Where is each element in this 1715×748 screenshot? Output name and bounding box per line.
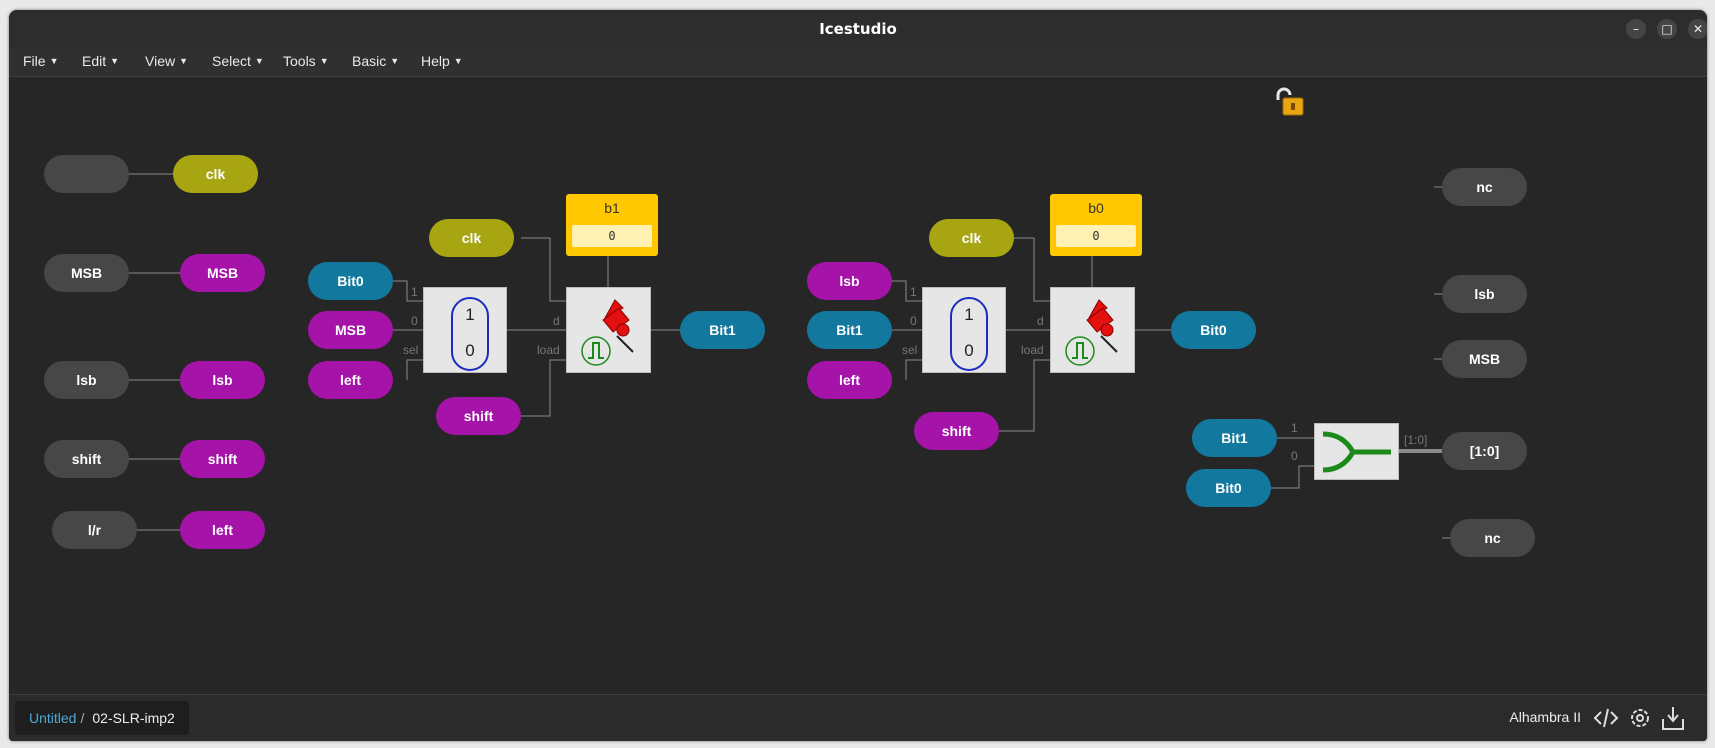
pin-register-icon	[581, 299, 634, 366]
memory-name: b1	[604, 200, 620, 216]
menu-view[interactable]: View ▼	[145, 53, 188, 69]
stage1-output[interactable]: Bit1	[680, 311, 765, 349]
mux-symbol: 1 0	[451, 297, 489, 371]
menu-file[interactable]: File ▼	[23, 53, 58, 69]
stage2-memory-b0[interactable]: b0 0	[1050, 194, 1142, 256]
join-icon	[1322, 431, 1391, 473]
menu-bar: File ▼ Edit ▼ View ▼ Select ▼ Tools ▼ Basic ▼ …	[9, 48, 1707, 77]
port-label: d	[1037, 314, 1044, 328]
port-label: load	[537, 343, 560, 357]
stage1-mux-block[interactable]: 1 0	[423, 287, 507, 373]
input-pin-shift[interactable]: shift	[44, 440, 129, 478]
output-pin-nc[interactable]: nc	[1442, 168, 1527, 206]
port-label: 1	[910, 285, 917, 299]
menu-help[interactable]: Help ▼	[421, 53, 463, 69]
bus-label: [1:0]	[1404, 433, 1428, 447]
menu-select[interactable]: Select ▼	[212, 53, 264, 69]
stage2-mux-sel[interactable]: left	[807, 361, 892, 399]
output-pin-msb[interactable]: MSB	[1442, 340, 1527, 378]
memory-value[interactable]: 0	[572, 225, 652, 247]
status-bar: Untitled / 02-SLR-imp2 Alhambra II	[9, 694, 1707, 741]
port-label: load	[1021, 343, 1044, 357]
breadcrumb-current: 02-SLR-imp2	[92, 710, 175, 726]
breadcrumb: Untitled / 02-SLR-imp2	[15, 701, 189, 735]
memory-name: b0	[1088, 200, 1104, 216]
window-title: Icestudio	[819, 20, 897, 38]
stage2-register-block[interactable]	[1050, 287, 1135, 373]
join-in-bit1[interactable]: Bit1	[1192, 419, 1277, 457]
input-pin-clk[interactable]	[44, 155, 129, 193]
output-pin-lsb[interactable]: lsb	[1442, 275, 1527, 313]
input-label-shift[interactable]: shift	[180, 440, 265, 478]
stage1-memory-b1[interactable]: b1 0	[566, 194, 658, 256]
upload-icon[interactable]	[1659, 703, 1687, 733]
input-pin-msb[interactable]: MSB	[44, 254, 129, 292]
stage2-mux-in-1[interactable]: lsb	[807, 262, 892, 300]
input-pin-lr[interactable]: l/r	[52, 511, 137, 549]
port-label: sel	[403, 343, 419, 357]
design-canvas[interactable]: clk MSB MSB lsb lsb shift shift l/r left…	[9, 77, 1707, 704]
port-label: 0	[910, 314, 917, 328]
join-bus-block[interactable]	[1314, 423, 1399, 480]
stage2-clk-label[interactable]: clk	[929, 219, 1014, 257]
port-label: sel	[902, 343, 918, 357]
output-pin-bus[interactable]: [1:0]	[1442, 432, 1527, 470]
board-name[interactable]: Alhambra II	[1509, 709, 1581, 725]
code-icon[interactable]	[1592, 703, 1620, 733]
stage2-output[interactable]: Bit0	[1171, 311, 1256, 349]
mux-symbol: 1 0	[950, 297, 988, 371]
stage2-mux-in-0[interactable]: Bit1	[807, 311, 892, 349]
memory-value[interactable]: 0	[1056, 225, 1136, 247]
menu-edit[interactable]: Edit ▼	[82, 53, 119, 69]
port-label: 1	[411, 285, 418, 299]
menu-tools[interactable]: Tools ▼	[283, 53, 329, 69]
input-pin-lsb[interactable]: lsb	[44, 361, 129, 399]
stage1-mux-in-0[interactable]: MSB	[308, 311, 393, 349]
lock-icon[interactable]	[1273, 86, 1307, 118]
minimize-button[interactable]: –	[1626, 19, 1646, 39]
close-button[interactable]: ✕	[1688, 19, 1707, 39]
stage1-clk-label[interactable]: clk	[429, 219, 514, 257]
title-bar: Icestudio – □ ✕	[9, 10, 1707, 48]
input-label-lsb[interactable]: lsb	[180, 361, 265, 399]
stage1-mux-in-1[interactable]: Bit0	[308, 262, 393, 300]
port-label: 1	[1291, 421, 1298, 435]
breadcrumb-root[interactable]: Untitled	[29, 710, 76, 726]
output-pin-nc2[interactable]: nc	[1450, 519, 1535, 557]
pin-register-icon	[1065, 299, 1118, 366]
stage2-mux-block[interactable]: 1 0	[922, 287, 1006, 373]
maximize-button[interactable]: □	[1657, 19, 1677, 39]
stage1-register-block[interactable]	[566, 287, 651, 373]
port-label: 0	[1291, 449, 1298, 463]
join-in-bit0[interactable]: Bit0	[1186, 469, 1271, 507]
stage1-mux-sel[interactable]: left	[308, 361, 393, 399]
breadcrumb-separator: /	[80, 710, 85, 726]
input-label-msb[interactable]: MSB	[180, 254, 265, 292]
input-label-clk[interactable]: clk	[173, 155, 258, 193]
port-label: 0	[411, 314, 418, 328]
input-label-left[interactable]: left	[180, 511, 265, 549]
menu-basic[interactable]: Basic ▼	[352, 53, 399, 69]
app-window: Icestudio – □ ✕ File ▼ Edit ▼ View ▼ Select…	[9, 10, 1707, 741]
port-label: d	[553, 314, 560, 328]
gear-icon[interactable]	[1626, 703, 1654, 733]
stage2-load-label[interactable]: shift	[914, 412, 999, 450]
stage1-load-label[interactable]: shift	[436, 397, 521, 435]
